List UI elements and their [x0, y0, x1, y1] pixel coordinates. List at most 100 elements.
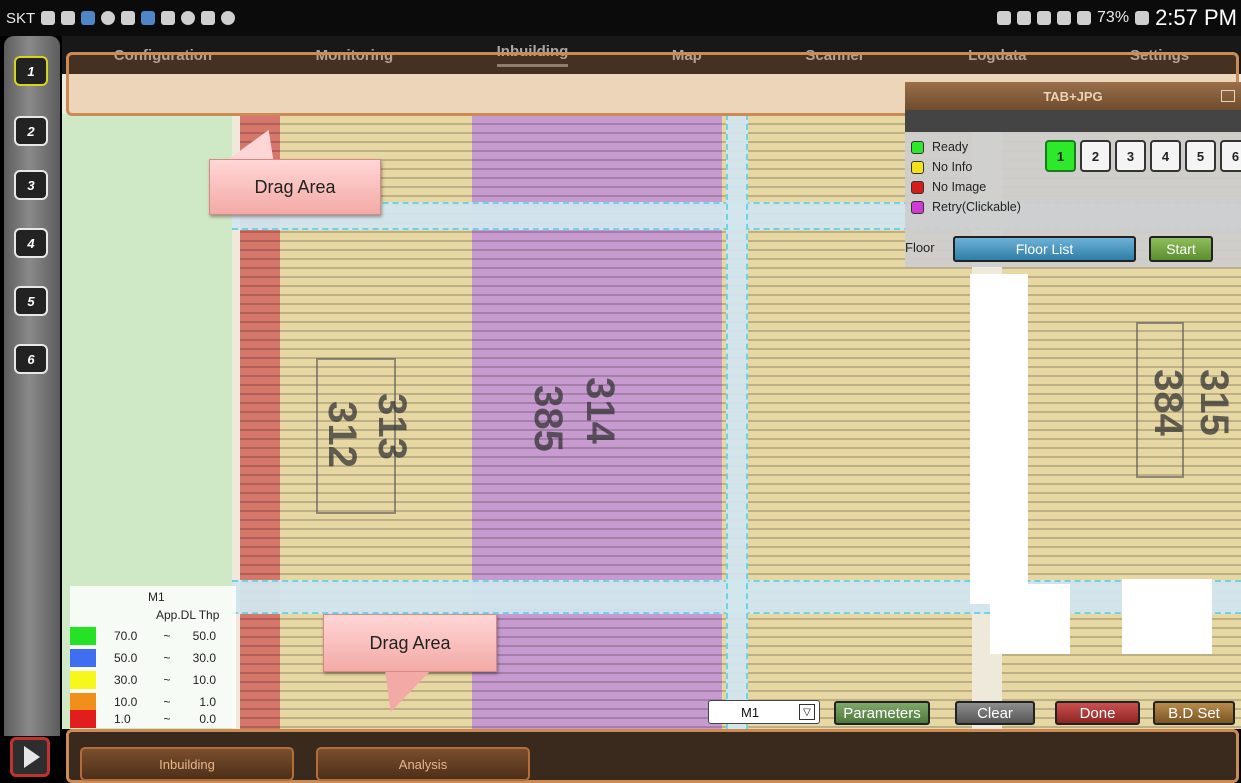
rail-button-4[interactable]: 4	[14, 228, 48, 258]
status-legend: Ready No Info No Image Retry(Clickable)	[911, 137, 1021, 217]
drag-area-callout-bottom: Drag Area	[323, 614, 497, 672]
wifi-icon	[1057, 11, 1072, 25]
legend-from: 10.0	[114, 695, 138, 709]
legend-to: 0.0	[199, 712, 216, 726]
seat-number-label: 313	[369, 393, 414, 460]
legend-to: 30.0	[192, 651, 216, 665]
seat-number-label: 312	[319, 401, 364, 468]
dropdown-arrow-icon[interactable]: ▽	[799, 704, 815, 720]
map-corridor	[726, 114, 748, 729]
carrier-label: SKT	[6, 9, 36, 27]
play-button[interactable]	[10, 737, 50, 777]
start-button[interactable]: Start	[1149, 236, 1213, 262]
sync-icon	[141, 11, 156, 25]
status-legend-no-image: No Image	[911, 177, 1021, 197]
map-open-area	[1122, 579, 1212, 654]
legend-subtitle: App.DL Thp	[156, 608, 220, 622]
status-label: No Image	[932, 180, 987, 194]
inbuilding-button[interactable]: Inbuilding	[80, 747, 294, 781]
analysis-button[interactable]: Analysis	[316, 747, 530, 781]
done-button[interactable]: Done	[1055, 701, 1140, 725]
legend-title: M1	[148, 590, 165, 604]
legend-row: 10.0 ~ 1.0	[70, 692, 216, 712]
no-image-indicator-icon	[911, 180, 924, 194]
floor-button-6[interactable]: 6	[1220, 140, 1241, 172]
seat-number-label: 314	[577, 377, 622, 444]
status-legend-ready: Ready	[911, 137, 1021, 157]
ready-indicator-icon	[911, 140, 924, 154]
floor-button-1[interactable]: 1	[1045, 140, 1076, 172]
floor-panel: TAB+JPG Ready No Info No Image Retry(Cli…	[905, 82, 1241, 267]
location-icon	[101, 11, 116, 25]
legend-sep: ~	[163, 712, 171, 726]
legend-swatch	[70, 693, 96, 711]
legend-swatch	[70, 649, 96, 667]
seat-number-label: 385	[525, 385, 570, 452]
status-legend-no-info: No Info	[911, 157, 1021, 177]
floor-button-4[interactable]: 4	[1150, 140, 1181, 172]
panel-divider	[905, 110, 1241, 132]
legend-from: 1.0	[114, 712, 131, 726]
floor-label: Floor	[905, 240, 935, 255]
map-legend: M1 App.DL Thp 70.0 ~ 50.0 50.0 ~ 30.0 30…	[70, 586, 236, 728]
parameters-button[interactable]: Parameters	[834, 701, 930, 725]
floor-button-3[interactable]: 3	[1115, 140, 1146, 172]
rail-button-6[interactable]: 6	[14, 344, 48, 374]
bluetooth-icon	[997, 11, 1012, 25]
panel-header[interactable]: TAB+JPG	[905, 82, 1241, 110]
legend-swatch	[70, 710, 96, 728]
legend-row: 70.0 ~ 50.0	[70, 626, 216, 646]
legend-swatch	[70, 671, 96, 689]
seat-number-label: 384	[1145, 369, 1190, 436]
play-icon	[24, 746, 40, 768]
floor-button-2[interactable]: 2	[1080, 140, 1111, 172]
legend-row: 50.0 ~ 30.0	[70, 648, 216, 668]
chart-icon	[161, 11, 176, 25]
rail-button-5[interactable]: 5	[14, 286, 48, 316]
floor-list-button[interactable]: Floor List	[953, 236, 1136, 262]
map-open-area	[990, 584, 1070, 654]
legend-to: 1.0	[199, 695, 216, 709]
legend-row: 1.0 ~ 0.0	[70, 710, 216, 728]
retry-indicator-icon	[911, 200, 924, 214]
metric-select-value: M1	[741, 704, 760, 720]
signal-icon	[1077, 11, 1092, 25]
bag-icon	[201, 11, 216, 25]
legend-to: 50.0	[192, 629, 216, 643]
legend-swatch	[70, 627, 96, 645]
battery-percent: 73%	[1097, 9, 1130, 26]
legend-row: 30.0 ~ 10.0	[70, 670, 216, 690]
status-legend-retry: Retry(Clickable)	[911, 197, 1021, 217]
status-bar: SKT 73% 2:57 PM	[0, 0, 1241, 36]
mail-icon	[41, 11, 56, 25]
rail-button-3[interactable]: 3	[14, 170, 48, 200]
legend-sep: ~	[163, 695, 171, 709]
legend-from: 70.0	[114, 629, 138, 643]
rail-button-1[interactable]: 1	[14, 56, 48, 86]
mute-icon	[1017, 11, 1032, 25]
clock: 2:57 PM	[1155, 5, 1237, 30]
rail-button-2[interactable]: 2	[14, 116, 48, 146]
legend-from: 50.0	[114, 651, 138, 665]
legend-from: 30.0	[114, 673, 138, 687]
no-info-indicator-icon	[911, 160, 924, 174]
drag-area-callout-top: Drag Area	[209, 159, 381, 215]
minimize-icon[interactable]	[1221, 90, 1235, 102]
legend-sep: ~	[163, 629, 171, 643]
floor-button-5[interactable]: 5	[1185, 140, 1216, 172]
hd-voice-icon	[1037, 11, 1052, 25]
legend-to: 10.0	[192, 673, 216, 687]
clear-button[interactable]: Clear	[955, 701, 1035, 725]
status-label: No Info	[932, 160, 973, 174]
left-rail: 1 2 3 4 5 6	[4, 36, 60, 736]
status-label: Ready	[932, 140, 969, 154]
missed-call-icon	[61, 11, 76, 25]
map-open-area	[970, 274, 1028, 604]
floor-buttons: 1 2 3 4 5 6	[1045, 140, 1241, 172]
metric-select[interactable]: M1 ▽	[708, 700, 820, 724]
weather-icon	[81, 11, 96, 25]
bd-set-button[interactable]: B.D Set	[1153, 701, 1235, 725]
legend-sep: ~	[163, 673, 171, 687]
legend-sep: ~	[163, 651, 171, 665]
usb-icon	[121, 11, 136, 25]
